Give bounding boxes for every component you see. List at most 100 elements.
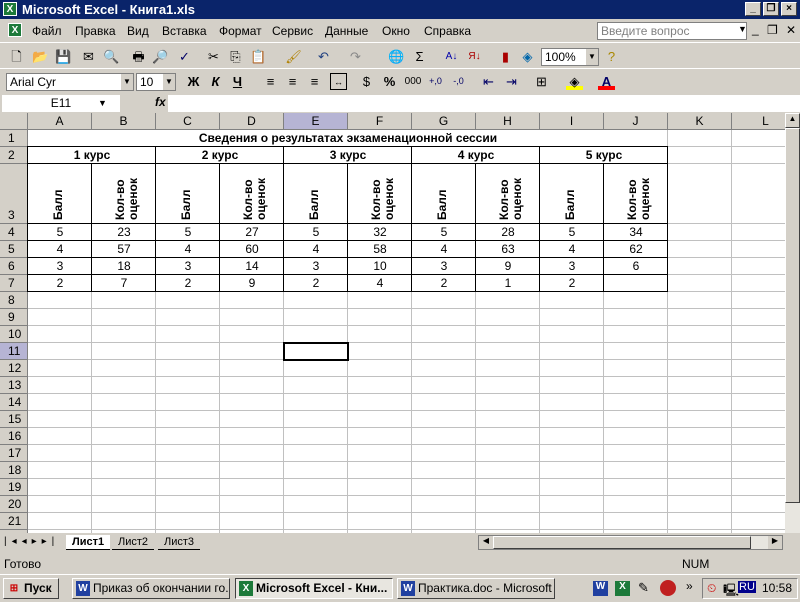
row-header[interactable]: 10	[0, 326, 28, 343]
italic-button[interactable]: К	[207, 73, 224, 90]
spreadsheet-grid[interactable]: A B C D E F G H I J K L 1 2 3 4 5 6 7 8 9 10 11 12 13 14 15 16 17 18 1…	[0, 113, 785, 533]
table-cell[interactable]: 4	[540, 241, 604, 258]
doc-restore-button[interactable]: ❐	[767, 23, 778, 37]
align-left-icon[interactable]: ≡	[262, 73, 279, 90]
help-dropdown-icon[interactable]: ▼	[738, 24, 747, 34]
undo-icon[interactable]: ↶	[315, 48, 332, 65]
table-cell[interactable]: 3	[28, 258, 92, 275]
table-cell[interactable]: 60	[220, 241, 284, 258]
task-word-prikaz[interactable]: W Приказ об окончании го...	[72, 578, 230, 599]
scroll-thumb[interactable]	[785, 128, 800, 503]
row-header[interactable]: 19	[0, 479, 28, 496]
row-header[interactable]: 1	[0, 130, 28, 147]
align-right-icon[interactable]: ≡	[306, 73, 323, 90]
table-cell[interactable]: 34	[604, 224, 668, 241]
table-cell[interactable]: 3	[412, 258, 476, 275]
row-header[interactable]: 15	[0, 411, 28, 428]
table-cell[interactable]: 3	[156, 258, 220, 275]
row-header[interactable]: 20	[0, 496, 28, 513]
row-header[interactable]: 14	[0, 394, 28, 411]
table-cell[interactable]: 2	[28, 275, 92, 292]
table-cell[interactable]: 58	[348, 241, 412, 258]
copy-icon[interactable]: ⎘	[227, 48, 244, 65]
scroll-left-icon[interactable]: ◀	[479, 536, 493, 549]
menu-tools[interactable]: Сервис	[272, 24, 313, 38]
table-cell[interactable]: 7	[92, 275, 156, 292]
tab-list2[interactable]: Лист2	[112, 535, 155, 550]
column-header[interactable]: C	[156, 113, 220, 130]
table-cell[interactable]: 14	[220, 258, 284, 275]
sort-ascending-icon[interactable]: А↓	[443, 48, 460, 65]
row-header[interactable]: 11	[0, 343, 28, 360]
column-header[interactable]: I	[540, 113, 604, 130]
row-header[interactable]: 18	[0, 462, 28, 479]
table-cell[interactable]: 1	[476, 275, 540, 292]
table-cell[interactable]: 2	[412, 275, 476, 292]
font-size-select[interactable]: 10 ▼	[136, 73, 176, 91]
quicklaunch-notepad-icon[interactable]: ✎	[638, 580, 649, 596]
doc-minimize-button[interactable]: _	[752, 22, 759, 36]
menu-view[interactable]: Вид	[127, 24, 149, 38]
increase-decimal-icon[interactable]: +,0	[427, 73, 444, 90]
doc-close-button[interactable]: ✕	[786, 23, 796, 37]
column-header[interactable]: G	[412, 113, 476, 130]
task-excel[interactable]: X Microsoft Excel - Кни...	[235, 578, 393, 599]
menu-insert[interactable]: Вставка	[162, 24, 207, 38]
underline-button[interactable]: Ч	[229, 73, 246, 90]
autosum-icon[interactable]: Σ	[411, 48, 428, 65]
table-cell[interactable]: 5	[412, 224, 476, 241]
menu-format[interactable]: Формат	[219, 24, 262, 38]
selected-cell-e11[interactable]	[283, 342, 349, 361]
table-cell[interactable]: 9	[220, 275, 284, 292]
column-header[interactable]: E	[284, 113, 348, 130]
font-select[interactable]: Arial Cyr ▼	[6, 73, 134, 91]
paste-icon[interactable]: 📋	[250, 48, 267, 65]
table-cell[interactable]: 3	[284, 258, 348, 275]
row-header[interactable]: 16	[0, 428, 28, 445]
table-cell[interactable]: 28	[476, 224, 540, 241]
formula-input[interactable]	[168, 95, 800, 112]
cut-icon[interactable]: ✂	[205, 48, 222, 65]
redo-icon[interactable]: ↷	[347, 48, 364, 65]
table-cell[interactable]: 62	[604, 241, 668, 258]
print-preview-icon[interactable]: 🔎	[152, 48, 169, 65]
row-header[interactable]: 3	[0, 164, 28, 224]
close-button[interactable]: ×	[781, 2, 797, 16]
table-cell[interactable]: 4	[284, 241, 348, 258]
row-header[interactable]: 6	[0, 258, 28, 275]
tab-list3[interactable]: Лист3	[158, 535, 201, 550]
horizontal-scrollbar[interactable]: ◀ ▶	[478, 535, 783, 550]
start-button[interactable]: ⊞ Пуск	[3, 578, 59, 599]
menu-data[interactable]: Данные	[325, 24, 368, 38]
column-header[interactable]: H	[476, 113, 540, 130]
table-cell[interactable]: 2	[156, 275, 220, 292]
quicklaunch-opera-icon[interactable]	[660, 580, 676, 596]
table-cell[interactable]: 3	[540, 258, 604, 275]
row-header[interactable]: 7	[0, 275, 28, 292]
table-cell[interactable]: 4	[28, 241, 92, 258]
menu-help[interactable]: Справка	[424, 24, 471, 38]
tab-scroll-arrows-icon[interactable]: |◂◂▸▸|	[4, 536, 59, 547]
table-cell[interactable]: 6	[604, 258, 668, 275]
language-indicator[interactable]: RU	[738, 581, 756, 593]
table-cell[interactable]: 9	[476, 258, 540, 275]
table-cell[interactable]: 5	[156, 224, 220, 241]
volume-icon[interactable]: ⏲	[707, 581, 716, 596]
quicklaunch-more-icon[interactable]: »	[686, 579, 693, 593]
table-cell[interactable]: 63	[476, 241, 540, 258]
increase-indent-icon[interactable]: ⇥	[503, 73, 520, 90]
quicklaunch-excel-icon[interactable]: X	[615, 581, 630, 596]
horizontal-scroll-thumb[interactable]	[493, 536, 751, 549]
email-icon[interactable]: 🔍	[103, 48, 120, 65]
row-header[interactable]: 5	[0, 241, 28, 258]
column-header[interactable]: B	[92, 113, 156, 130]
save-icon[interactable]: 💾	[55, 48, 72, 65]
network-icon[interactable]: 🖳	[723, 581, 739, 602]
column-header[interactable]: L	[732, 113, 785, 130]
spelling-icon[interactable]: ✓	[176, 48, 193, 65]
minimize-button[interactable]: _	[745, 2, 761, 16]
zoom-select[interactable]: 100% ▼	[541, 48, 599, 66]
select-all-corner[interactable]	[0, 113, 28, 130]
table-cell[interactable]: 18	[92, 258, 156, 275]
column-header[interactable]: D	[220, 113, 284, 130]
